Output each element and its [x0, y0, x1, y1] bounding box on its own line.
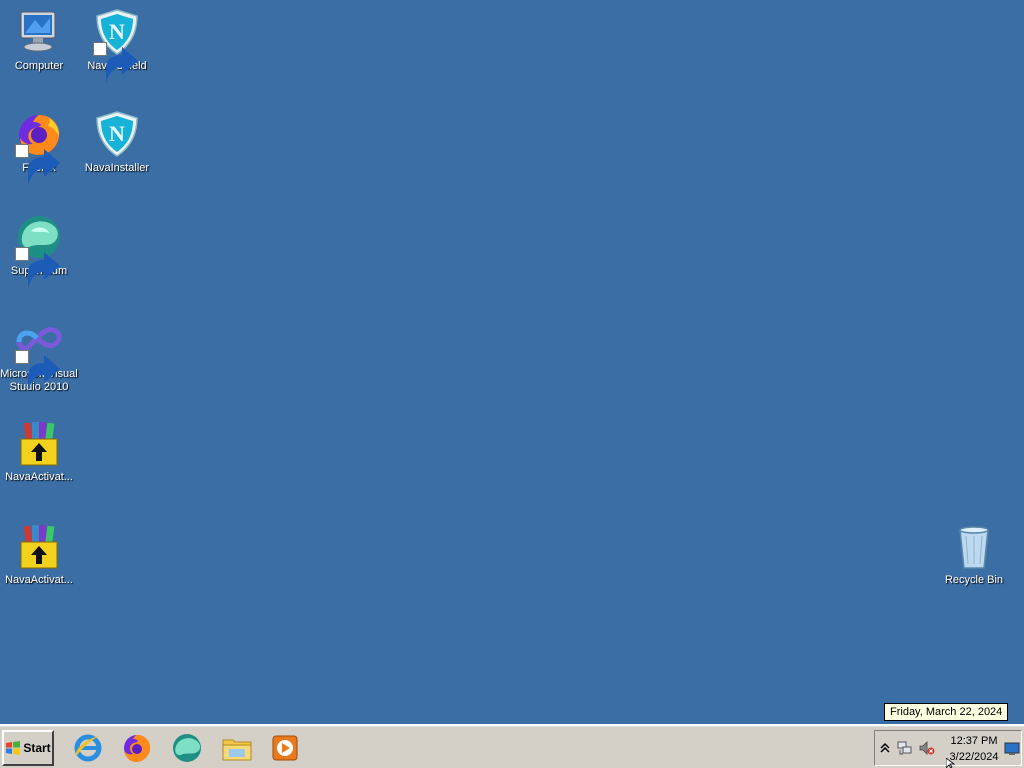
mouse-cursor-icon: [946, 758, 956, 768]
desktop-icon-label: Computer: [14, 60, 64, 72]
desktop-icon-visual-studio[interactable]: Microsoft Visual Studio 2010: [0, 316, 78, 394]
desktop-icon-label: NavaActivat...: [5, 574, 73, 586]
media-player-icon: [272, 735, 298, 761]
firefox-icon: [15, 110, 63, 185]
quicklaunch-supermium[interactable]: [170, 731, 204, 765]
taskbar: Start 12:37 PM 3/22/2024: [0, 724, 1024, 768]
file-explorer-icon: [222, 739, 252, 761]
desktop-icon-firefox[interactable]: Firefox: [0, 110, 78, 185]
quicklaunch-firefox[interactable]: [120, 731, 154, 765]
visual-studio-icon: [15, 316, 63, 391]
winrar-archive-icon: [15, 419, 63, 467]
network-icon[interactable]: [897, 740, 913, 756]
svg-text:N: N: [109, 121, 125, 146]
shortcut-arrow-icon: [15, 350, 60, 391]
desktop-icon-computer[interactable]: Computer: [0, 8, 78, 73]
desktop-icon-nava-activator-1[interactable]: NavaActivat...: [0, 419, 78, 484]
desktop-icon-label: Recycle Bin: [944, 574, 1004, 586]
recycle-bin-icon: [950, 522, 998, 570]
shortcut-arrow-icon: [93, 42, 138, 83]
nava-installer-icon: N: [93, 110, 141, 158]
date-tooltip: Friday, March 22, 2024: [884, 703, 1009, 721]
desktop-icon-supermium[interactable]: Supermium: [0, 213, 78, 288]
quicklaunch-file-explorer[interactable]: [220, 731, 254, 765]
clock-time[interactable]: 12:37 PM: [945, 735, 1003, 747]
supermium-icon: [173, 734, 201, 762]
desktop-icon-label: NavaActivat...: [5, 471, 73, 483]
computer-icon: [15, 8, 63, 56]
winrar-archive-icon: [15, 522, 63, 570]
windows-logo-icon: [6, 741, 21, 755]
quicklaunch-internet-explorer[interactable]: [71, 731, 105, 765]
firefox-icon: [124, 735, 151, 762]
shortcut-arrow-icon: [15, 144, 60, 185]
quicklaunch-media-player[interactable]: [268, 731, 302, 765]
supermium-icon: [15, 213, 63, 288]
desktop: Computer N Nava Shield: [0, 0, 1024, 724]
start-button[interactable]: Start: [2, 730, 54, 766]
desktop-icon-nava-activator-2[interactable]: NavaActivat...: [0, 522, 78, 587]
show-hidden-icons-chevron[interactable]: [877, 740, 893, 756]
show-desktop-icon[interactable]: [1004, 741, 1020, 757]
desktop-icon-nava-shield[interactable]: N Nava Shield: [78, 8, 156, 83]
shortcut-arrow-icon: [15, 247, 60, 288]
desktop-icon-nava-installer[interactable]: N NavaInstaller: [78, 110, 156, 175]
internet-explorer-icon: [74, 734, 102, 762]
desktop-icon-label: NavaInstaller: [84, 162, 150, 174]
desktop-icon-recycle-bin[interactable]: Recycle Bin: [935, 522, 1013, 587]
nava-shield-icon: N: [93, 8, 141, 83]
svg-text:N: N: [109, 19, 125, 44]
start-label: Start: [23, 741, 51, 755]
volume-muted-icon[interactable]: [919, 740, 935, 756]
